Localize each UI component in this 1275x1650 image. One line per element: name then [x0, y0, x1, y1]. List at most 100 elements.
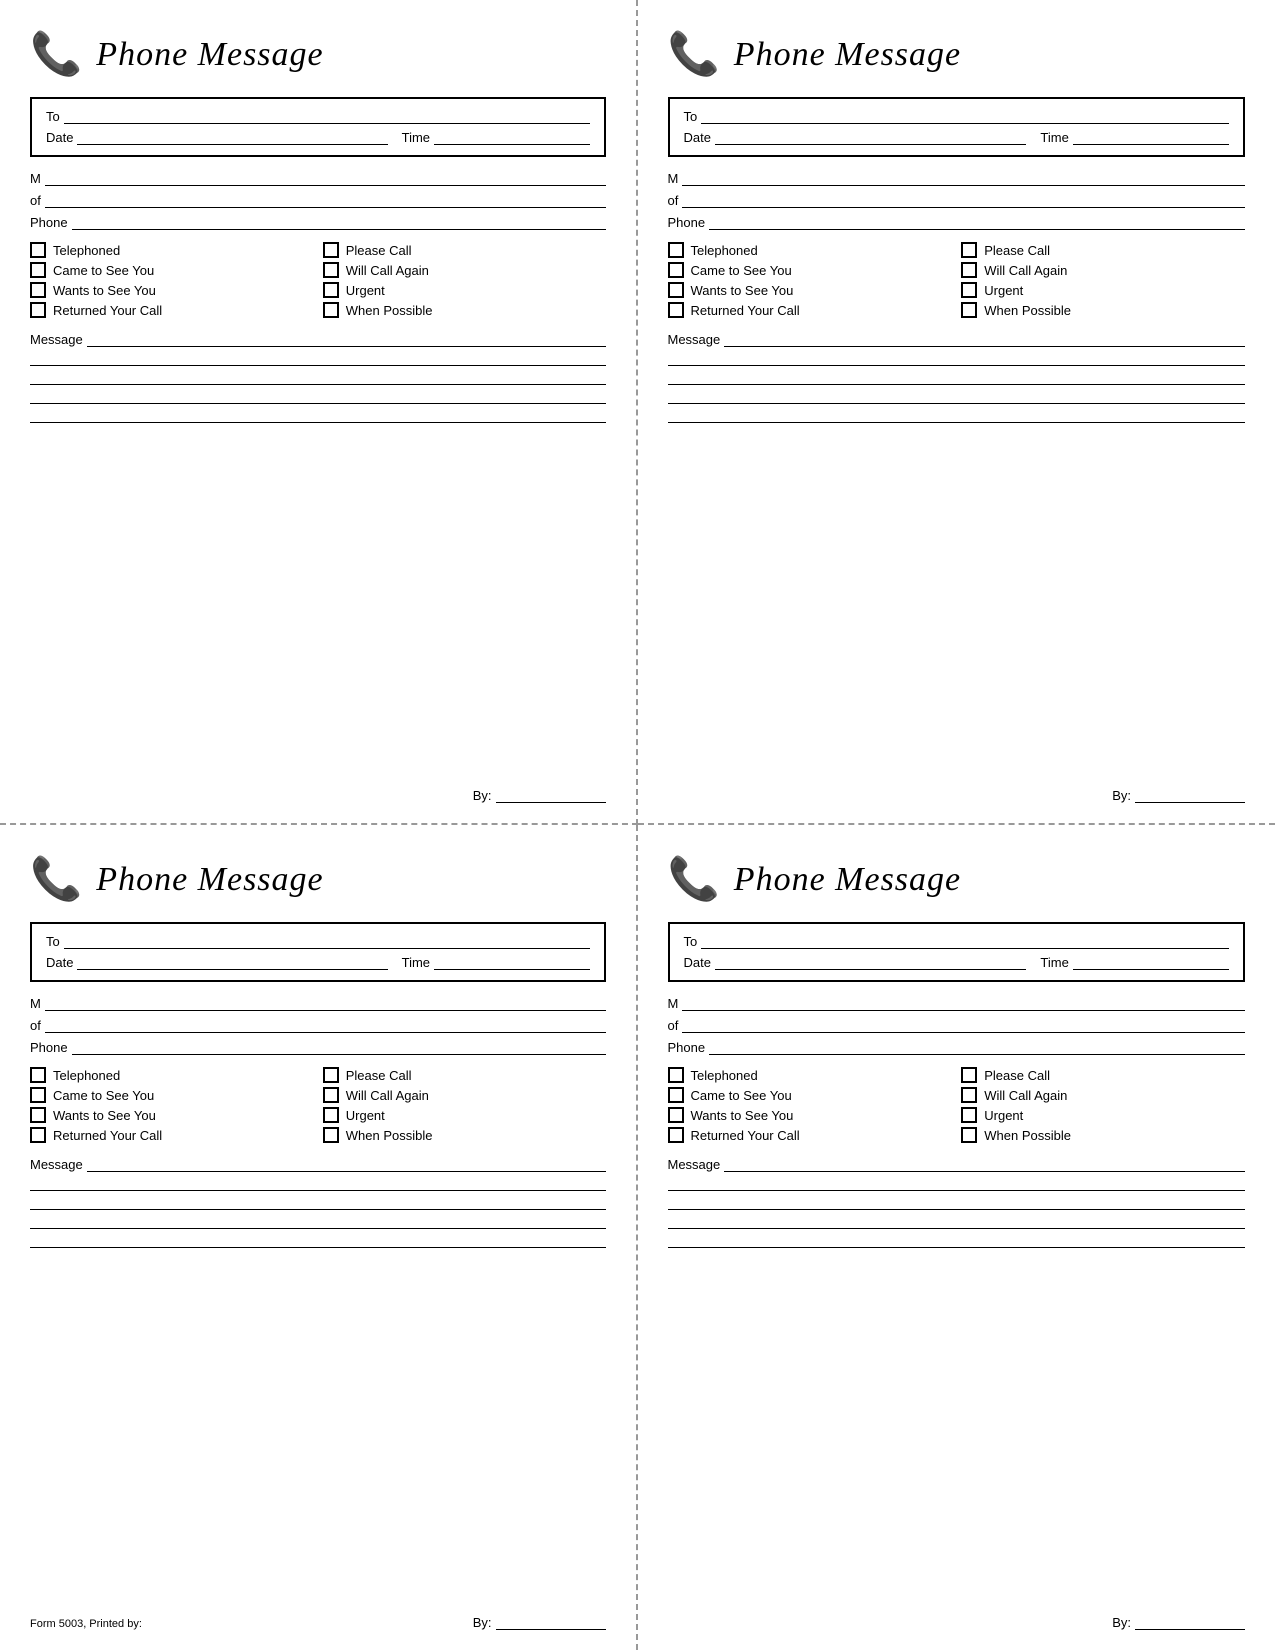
of-underline-tr[interactable]	[682, 207, 1245, 208]
message-line-3-bl[interactable]	[30, 1209, 606, 1210]
to-underline-br[interactable]	[701, 948, 1229, 949]
date-underline-bl[interactable]	[77, 969, 387, 970]
message-line-2[interactable]	[30, 365, 606, 366]
checkbox-returned-call[interactable]: Returned Your Call	[30, 302, 313, 318]
phone-underline-br[interactable]	[709, 1054, 1245, 1055]
checkbox-box-urgent-bl[interactable]	[323, 1107, 339, 1123]
checkbox-please-call-bl[interactable]: Please Call	[323, 1067, 606, 1083]
checkbox-box-when-possible-tr[interactable]	[961, 302, 977, 318]
message-underline-first-br[interactable]	[724, 1171, 1245, 1172]
checkbox-box-will-call-again-bl[interactable]	[323, 1087, 339, 1103]
message-line-4-bl[interactable]	[30, 1228, 606, 1229]
message-line-3-tr[interactable]	[668, 384, 1246, 385]
checkbox-box-please-call-bl[interactable]	[323, 1067, 339, 1083]
checkbox-box-telephoned-tr[interactable]	[668, 242, 684, 258]
time-underline[interactable]	[434, 144, 589, 145]
checkbox-returned-call-br[interactable]: Returned Your Call	[668, 1127, 952, 1143]
checkbox-will-call-again-bl[interactable]: Will Call Again	[323, 1087, 606, 1103]
checkbox-when-possible-bl[interactable]: When Possible	[323, 1127, 606, 1143]
checkbox-box-wants-to-see[interactable]	[30, 282, 46, 298]
checkbox-telephoned-tr[interactable]: Telephoned	[668, 242, 952, 258]
checkbox-box-came-to-see[interactable]	[30, 262, 46, 278]
checkbox-box-returned-call-br[interactable]	[668, 1127, 684, 1143]
to-underline-tr[interactable]	[701, 123, 1229, 124]
message-line-5-tr[interactable]	[668, 422, 1246, 423]
message-line-2-bl[interactable]	[30, 1190, 606, 1191]
m-underline[interactable]	[45, 185, 606, 186]
m-underline-br[interactable]	[682, 1010, 1245, 1011]
phone-underline-bl[interactable]	[72, 1054, 606, 1055]
checkbox-when-possible[interactable]: When Possible	[323, 302, 606, 318]
checkbox-box-returned-call-bl[interactable]	[30, 1127, 46, 1143]
message-line-2-br[interactable]	[668, 1190, 1246, 1191]
by-underline[interactable]	[496, 802, 606, 803]
checkbox-box-when-possible-br[interactable]	[961, 1127, 977, 1143]
checkbox-box-urgent[interactable]	[323, 282, 339, 298]
checkbox-when-possible-tr[interactable]: When Possible	[961, 302, 1245, 318]
checkbox-wants-to-see[interactable]: Wants to See You	[30, 282, 313, 298]
phone-underline-tr[interactable]	[709, 229, 1245, 230]
checkbox-please-call[interactable]: Please Call	[323, 242, 606, 258]
checkbox-returned-call-bl[interactable]: Returned Your Call	[30, 1127, 313, 1143]
checkbox-wants-to-see-bl[interactable]: Wants to See You	[30, 1107, 313, 1123]
date-underline-br[interactable]	[715, 969, 1026, 970]
message-underline-first-tr[interactable]	[724, 346, 1245, 347]
date-underline[interactable]	[77, 144, 387, 145]
checkbox-came-to-see-br[interactable]: Came to See You	[668, 1087, 952, 1103]
date-underline-tr[interactable]	[715, 144, 1026, 145]
checkbox-box-please-call-br[interactable]	[961, 1067, 977, 1083]
checkbox-box-please-call-tr[interactable]	[961, 242, 977, 258]
checkbox-wants-to-see-br[interactable]: Wants to See You	[668, 1107, 952, 1123]
message-underline-first-bl[interactable]	[87, 1171, 606, 1172]
checkbox-box-will-call-again[interactable]	[323, 262, 339, 278]
to-underline-bl[interactable]	[64, 948, 590, 949]
checkbox-telephoned-bl[interactable]: Telephoned	[30, 1067, 313, 1083]
checkbox-wants-to-see-tr[interactable]: Wants to See You	[668, 282, 952, 298]
checkbox-box-urgent-br[interactable]	[961, 1107, 977, 1123]
checkbox-box-wants-to-see-bl[interactable]	[30, 1107, 46, 1123]
checkbox-box-returned-call[interactable]	[30, 302, 46, 318]
message-line-4[interactable]	[30, 403, 606, 404]
by-underline-tr[interactable]	[1135, 802, 1245, 803]
checkbox-box-telephoned[interactable]	[30, 242, 46, 258]
time-underline-tr[interactable]	[1073, 144, 1229, 145]
of-underline-bl[interactable]	[45, 1032, 606, 1033]
checkbox-telephoned-br[interactable]: Telephoned	[668, 1067, 952, 1083]
of-underline-br[interactable]	[682, 1032, 1245, 1033]
checkbox-box-came-to-see-br[interactable]	[668, 1087, 684, 1103]
checkbox-urgent[interactable]: Urgent	[323, 282, 606, 298]
checkbox-box-please-call[interactable]	[323, 242, 339, 258]
message-line-5[interactable]	[30, 422, 606, 423]
checkbox-box-telephoned-bl[interactable]	[30, 1067, 46, 1083]
message-line-3[interactable]	[30, 384, 606, 385]
checkbox-came-to-see-tr[interactable]: Came to See You	[668, 262, 952, 278]
checkbox-box-when-possible[interactable]	[323, 302, 339, 318]
time-underline-br[interactable]	[1073, 969, 1229, 970]
phone-underline[interactable]	[72, 229, 606, 230]
message-line-3-br[interactable]	[668, 1209, 1246, 1210]
checkbox-box-came-to-see-bl[interactable]	[30, 1087, 46, 1103]
of-underline[interactable]	[45, 207, 606, 208]
checkbox-box-wants-to-see-tr[interactable]	[668, 282, 684, 298]
checkbox-box-returned-call-tr[interactable]	[668, 302, 684, 318]
m-underline-bl[interactable]	[45, 1010, 606, 1011]
checkbox-please-call-br[interactable]: Please Call	[961, 1067, 1245, 1083]
time-underline-bl[interactable]	[434, 969, 589, 970]
message-line-4-tr[interactable]	[668, 403, 1246, 404]
checkbox-box-will-call-again-tr[interactable]	[961, 262, 977, 278]
checkbox-will-call-again-br[interactable]: Will Call Again	[961, 1087, 1245, 1103]
by-underline-bl[interactable]	[496, 1629, 606, 1630]
by-underline-br[interactable]	[1135, 1629, 1245, 1630]
checkbox-box-came-to-see-tr[interactable]	[668, 262, 684, 278]
checkbox-box-wants-to-see-br[interactable]	[668, 1107, 684, 1123]
checkbox-when-possible-br[interactable]: When Possible	[961, 1127, 1245, 1143]
message-line-2-tr[interactable]	[668, 365, 1246, 366]
to-underline[interactable]	[64, 123, 590, 124]
checkbox-will-call-again-tr[interactable]: Will Call Again	[961, 262, 1245, 278]
checkbox-box-will-call-again-br[interactable]	[961, 1087, 977, 1103]
checkbox-urgent-br[interactable]: Urgent	[961, 1107, 1245, 1123]
checkbox-came-to-see[interactable]: Came to See You	[30, 262, 313, 278]
message-line-5-bl[interactable]	[30, 1247, 606, 1248]
message-line-5-br[interactable]	[668, 1247, 1246, 1248]
message-line-4-br[interactable]	[668, 1228, 1246, 1229]
